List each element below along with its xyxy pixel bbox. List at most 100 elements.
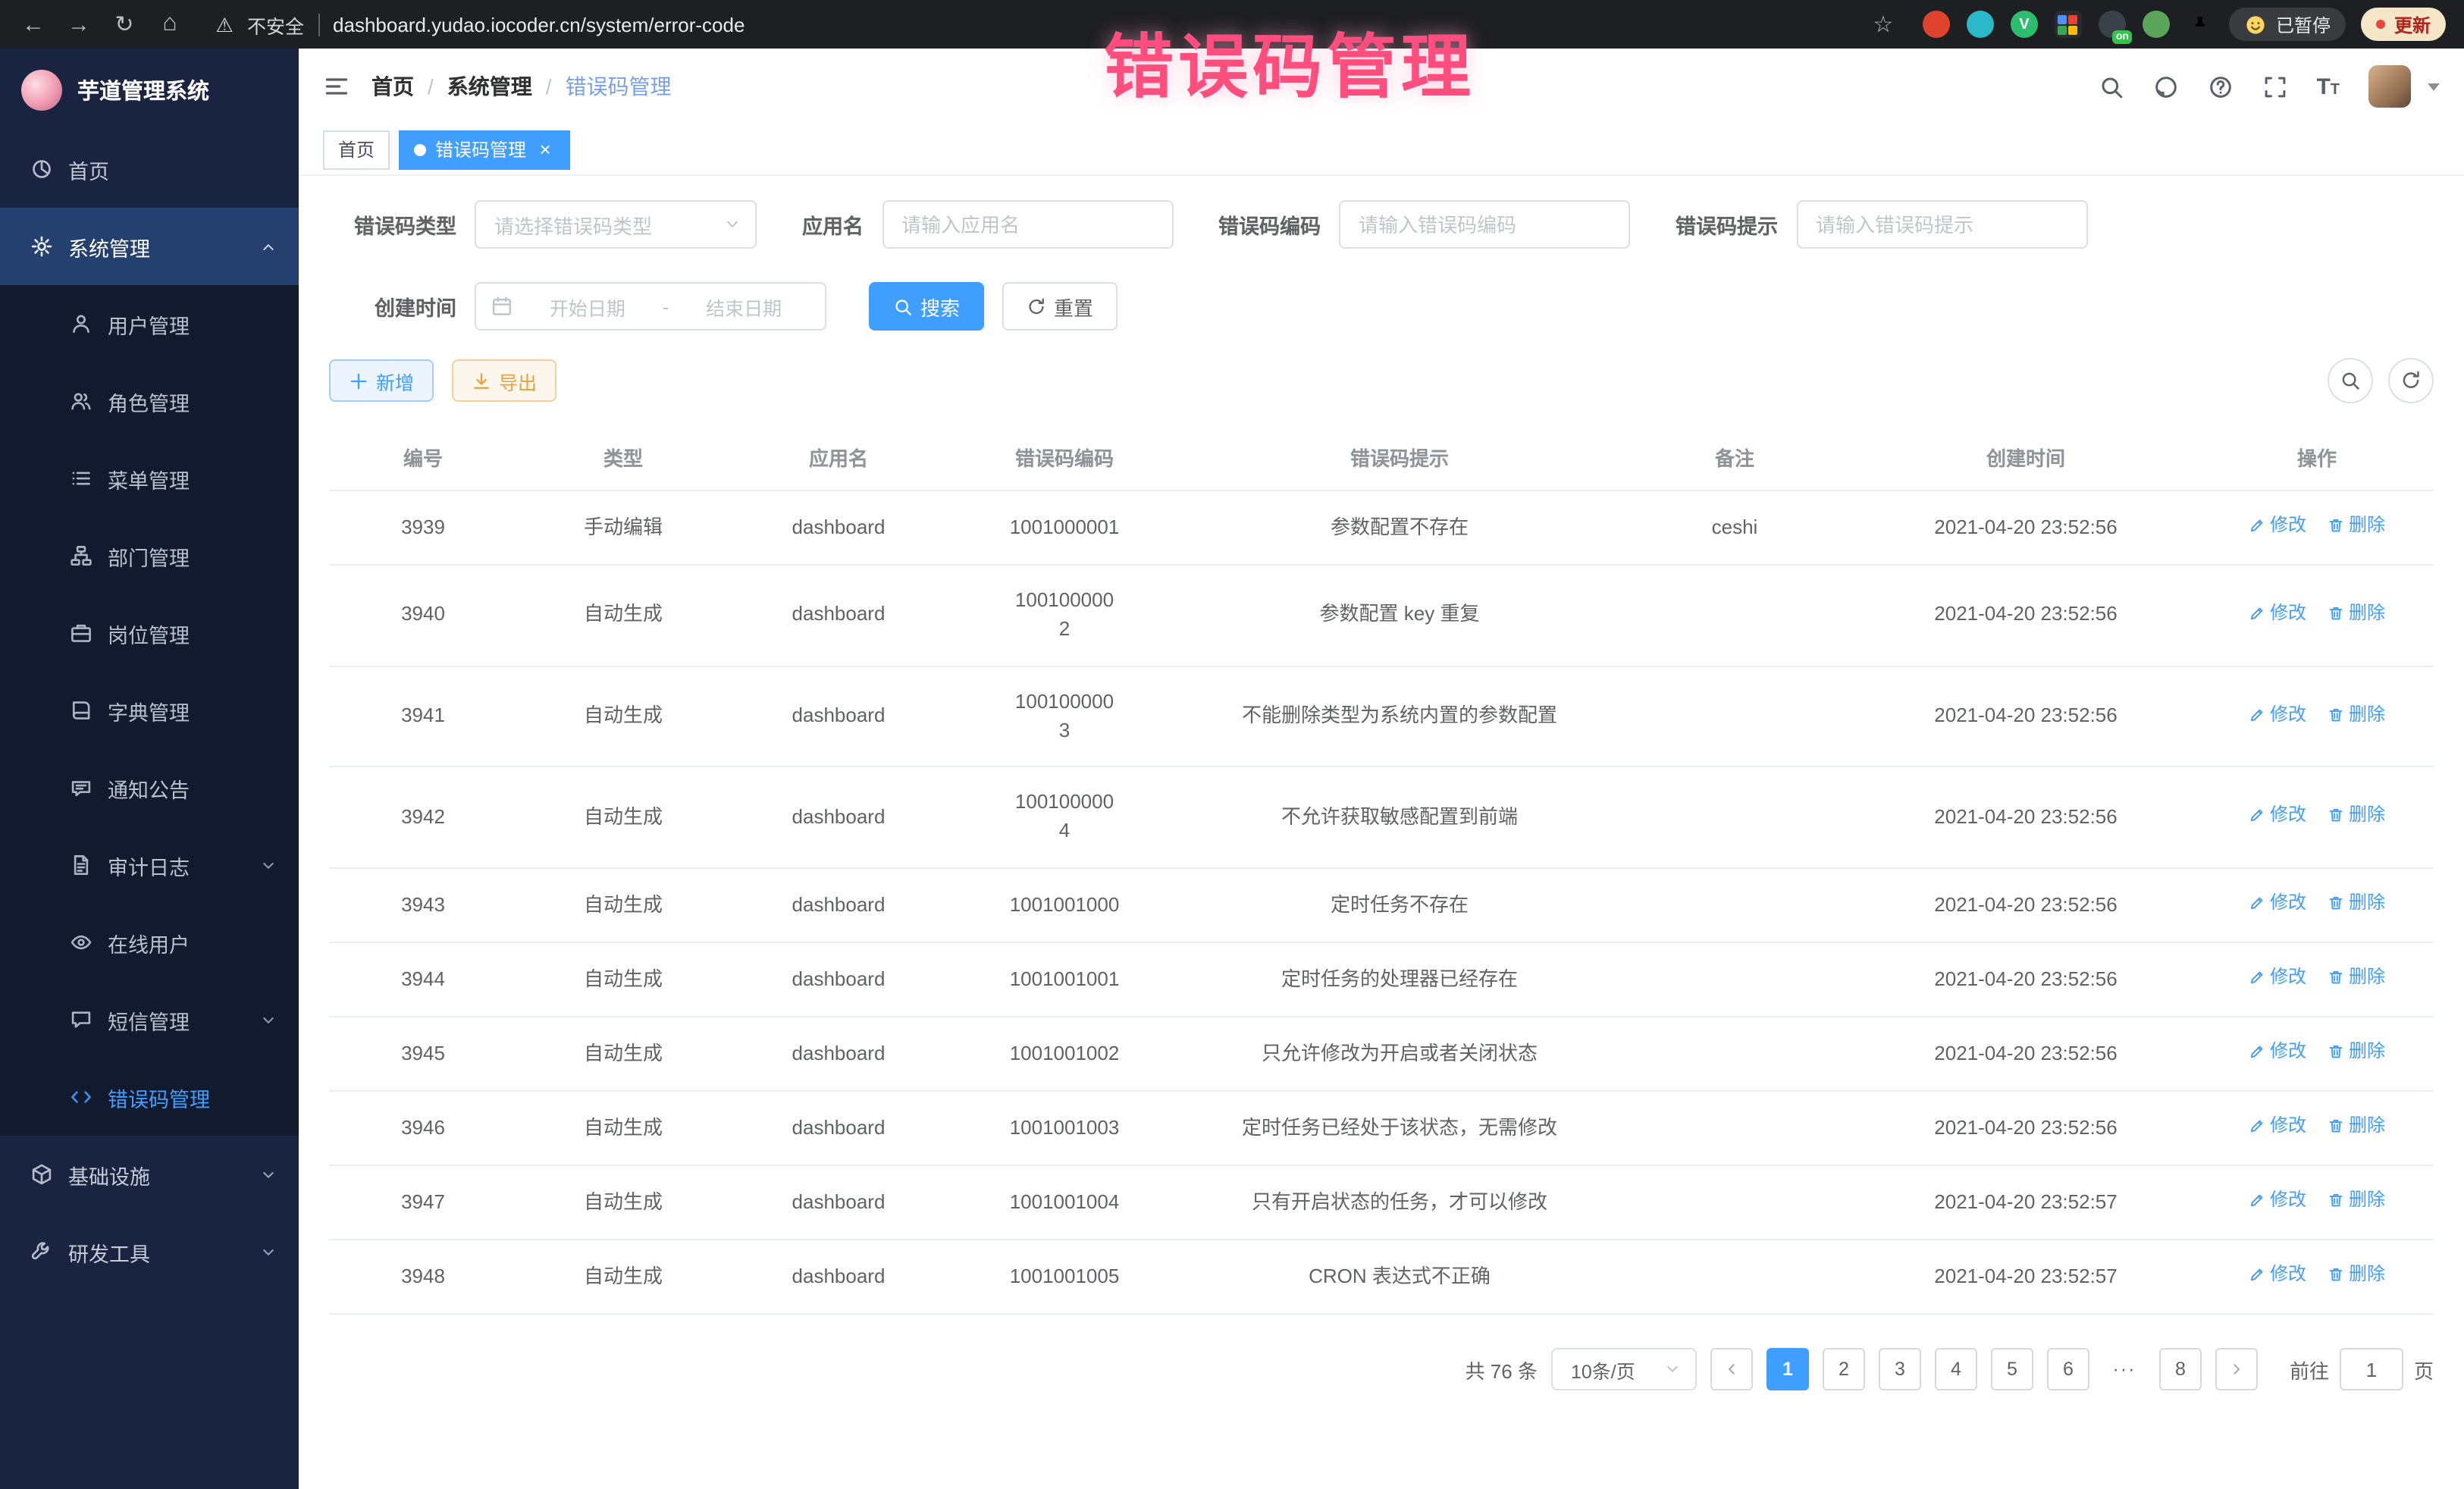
logo[interactable]: 芋道管理系统	[0, 49, 299, 130]
breadcrumb-item[interactable]: 系统管理	[447, 71, 532, 102]
delete-link[interactable]: 删除	[2328, 513, 2385, 539]
show-search-button[interactable]	[2328, 358, 2373, 403]
page-size-select[interactable]: 10条/页	[1551, 1349, 1697, 1391]
search-icon[interactable]	[2098, 74, 2124, 99]
error-code-table: 编号类型应用名错误码编码错误码提示备注创建时间操作 3939手动编辑dashbo…	[329, 425, 2434, 1315]
fullscreen-icon[interactable]	[2262, 74, 2287, 99]
app-name-input[interactable]	[882, 200, 1173, 249]
sidebar-item[interactable]: 角色管理	[0, 362, 299, 440]
user-avatar[interactable]	[2368, 65, 2411, 108]
browser-back-icon[interactable]	[18, 8, 49, 41]
edit-link[interactable]: 修改	[2249, 701, 2306, 728]
error-hint-input[interactable]	[1796, 200, 2087, 249]
breadcrumb-item[interactable]: 首页	[371, 71, 414, 102]
profile-paused-badge[interactable]: 已暂停	[2229, 8, 2346, 41]
page-button[interactable]: 5	[1991, 1349, 2033, 1391]
bookmark-star-icon[interactable]	[1868, 8, 1898, 41]
cell-type: 手动编辑	[517, 491, 729, 565]
error-type-select[interactable]: 请选择错误码类型	[475, 200, 757, 249]
trash-icon	[2328, 517, 2344, 534]
delete-link[interactable]: 删除	[2328, 890, 2385, 917]
edit-link[interactable]: 修改	[2249, 964, 2306, 991]
delete-link[interactable]: 删除	[2328, 701, 2385, 728]
font-size-icon[interactable]	[2316, 75, 2340, 98]
update-button[interactable]: 更新	[2361, 8, 2446, 41]
sidebar-item[interactable]: 首页	[0, 130, 299, 208]
teal-circle-extension-icon[interactable]	[1967, 11, 1994, 38]
sidebar-item[interactable]: 基础设施	[0, 1136, 299, 1213]
sidebar-item[interactable]: 错误码管理	[0, 1058, 299, 1136]
browser-forward-icon[interactable]	[64, 8, 94, 41]
sidebar-item[interactable]: 字典管理	[0, 672, 299, 749]
sidebar-item[interactable]: 用户管理	[0, 285, 299, 362]
page-button[interactable]: 6	[2047, 1349, 2089, 1391]
delete-label: 删除	[2349, 1039, 2385, 1065]
chevron-down-icon	[259, 1011, 277, 1029]
browser-reload-icon[interactable]	[109, 8, 140, 41]
sidebar-item[interactable]: 部门管理	[0, 517, 299, 594]
pencil-icon	[2249, 1193, 2265, 1209]
delete-label: 删除	[2349, 1113, 2385, 1139]
edit-link[interactable]: 修改	[2249, 890, 2306, 917]
page-button[interactable]: 3	[1879, 1349, 1921, 1391]
sidebar-item-label: 字典管理	[108, 695, 277, 726]
green-leaf-extension-icon[interactable]	[2143, 11, 2170, 38]
edit-link[interactable]: 修改	[2249, 600, 2306, 627]
delete-link[interactable]: 删除	[2328, 964, 2385, 991]
edit-link[interactable]: 修改	[2249, 802, 2306, 829]
tab[interactable]: 首页	[323, 130, 390, 169]
delete-link[interactable]: 删除	[2328, 600, 2385, 627]
delete-link[interactable]: 删除	[2328, 802, 2385, 829]
export-button[interactable]: 导出	[452, 359, 556, 402]
add-button[interactable]: 新增	[329, 359, 434, 402]
cell-type: 自动生成	[517, 1017, 729, 1091]
goto-page-input[interactable]	[2340, 1349, 2403, 1391]
delete-link[interactable]: 删除	[2328, 1113, 2385, 1139]
edit-link[interactable]: 修改	[2249, 1262, 2306, 1289]
next-page-button[interactable]	[2215, 1349, 2258, 1391]
delete-link[interactable]: 删除	[2328, 1262, 2385, 1289]
prev-page-button[interactable]	[1710, 1349, 1753, 1391]
page-button[interactable]: 1	[1766, 1349, 1809, 1391]
sidebar-item[interactable]: 通知公告	[0, 749, 299, 826]
dark-on-extension-icon[interactable]: on	[2099, 11, 2126, 38]
tab[interactable]: 错误码管理	[399, 130, 570, 169]
sidebar-item[interactable]: 在线用户	[0, 904, 299, 981]
edit-link[interactable]: 修改	[2249, 1039, 2306, 1065]
sidebar-item[interactable]: 短信管理	[0, 981, 299, 1058]
security-indicator[interactable]: 不安全	[209, 8, 304, 41]
github-icon[interactable]	[2152, 74, 2178, 99]
refresh-table-button[interactable]	[2388, 358, 2434, 403]
address-bar[interactable]: 不安全 dashboard.yudao.iocoder.cn/system/er…	[200, 3, 1908, 45]
error-code-input[interactable]	[1339, 200, 1630, 249]
hamburger-icon[interactable]	[323, 73, 350, 100]
reset-button[interactable]: 重置	[1002, 282, 1118, 331]
search-button[interactable]: 搜索	[869, 282, 984, 331]
edit-link[interactable]: 修改	[2249, 513, 2306, 539]
edit-link[interactable]: 修改	[2249, 1187, 2306, 1214]
page-button[interactable]: 4	[1935, 1349, 1977, 1391]
page-button[interactable]: 8	[2159, 1349, 2202, 1391]
help-icon[interactable]	[2207, 74, 2233, 99]
sidebar-item[interactable]: 菜单管理	[0, 440, 299, 517]
delete-link[interactable]: 删除	[2328, 1039, 2385, 1065]
sidebar-item[interactable]: 研发工具	[0, 1213, 299, 1290]
sidebar-item[interactable]: 系统管理	[0, 208, 299, 285]
date-range-picker[interactable]: 开始日期 - 结束日期	[475, 282, 826, 331]
green-v-extension-icon[interactable]: V	[2011, 11, 2038, 38]
sidebar-item-label: 在线用户	[108, 927, 277, 958]
delete-label: 删除	[2349, 964, 2385, 991]
sidebar-item[interactable]: 审计日志	[0, 826, 299, 904]
more-pages-button[interactable]: ···	[2103, 1349, 2146, 1391]
caret-down-icon[interactable]	[2428, 83, 2440, 90]
red-circle-extension-icon[interactable]	[1923, 11, 1950, 38]
sidebar-item[interactable]: 岗位管理	[0, 594, 299, 672]
page-button[interactable]: 2	[1823, 1349, 1865, 1391]
grid-extension-icon[interactable]	[2055, 11, 2082, 38]
pin-extension-icon[interactable]	[2187, 11, 2214, 38]
breadcrumb-separator: /	[546, 74, 552, 99]
tab-close-icon[interactable]	[535, 139, 555, 159]
browser-home-icon[interactable]	[155, 8, 185, 41]
edit-link[interactable]: 修改	[2249, 1113, 2306, 1139]
delete-link[interactable]: 删除	[2328, 1187, 2385, 1214]
